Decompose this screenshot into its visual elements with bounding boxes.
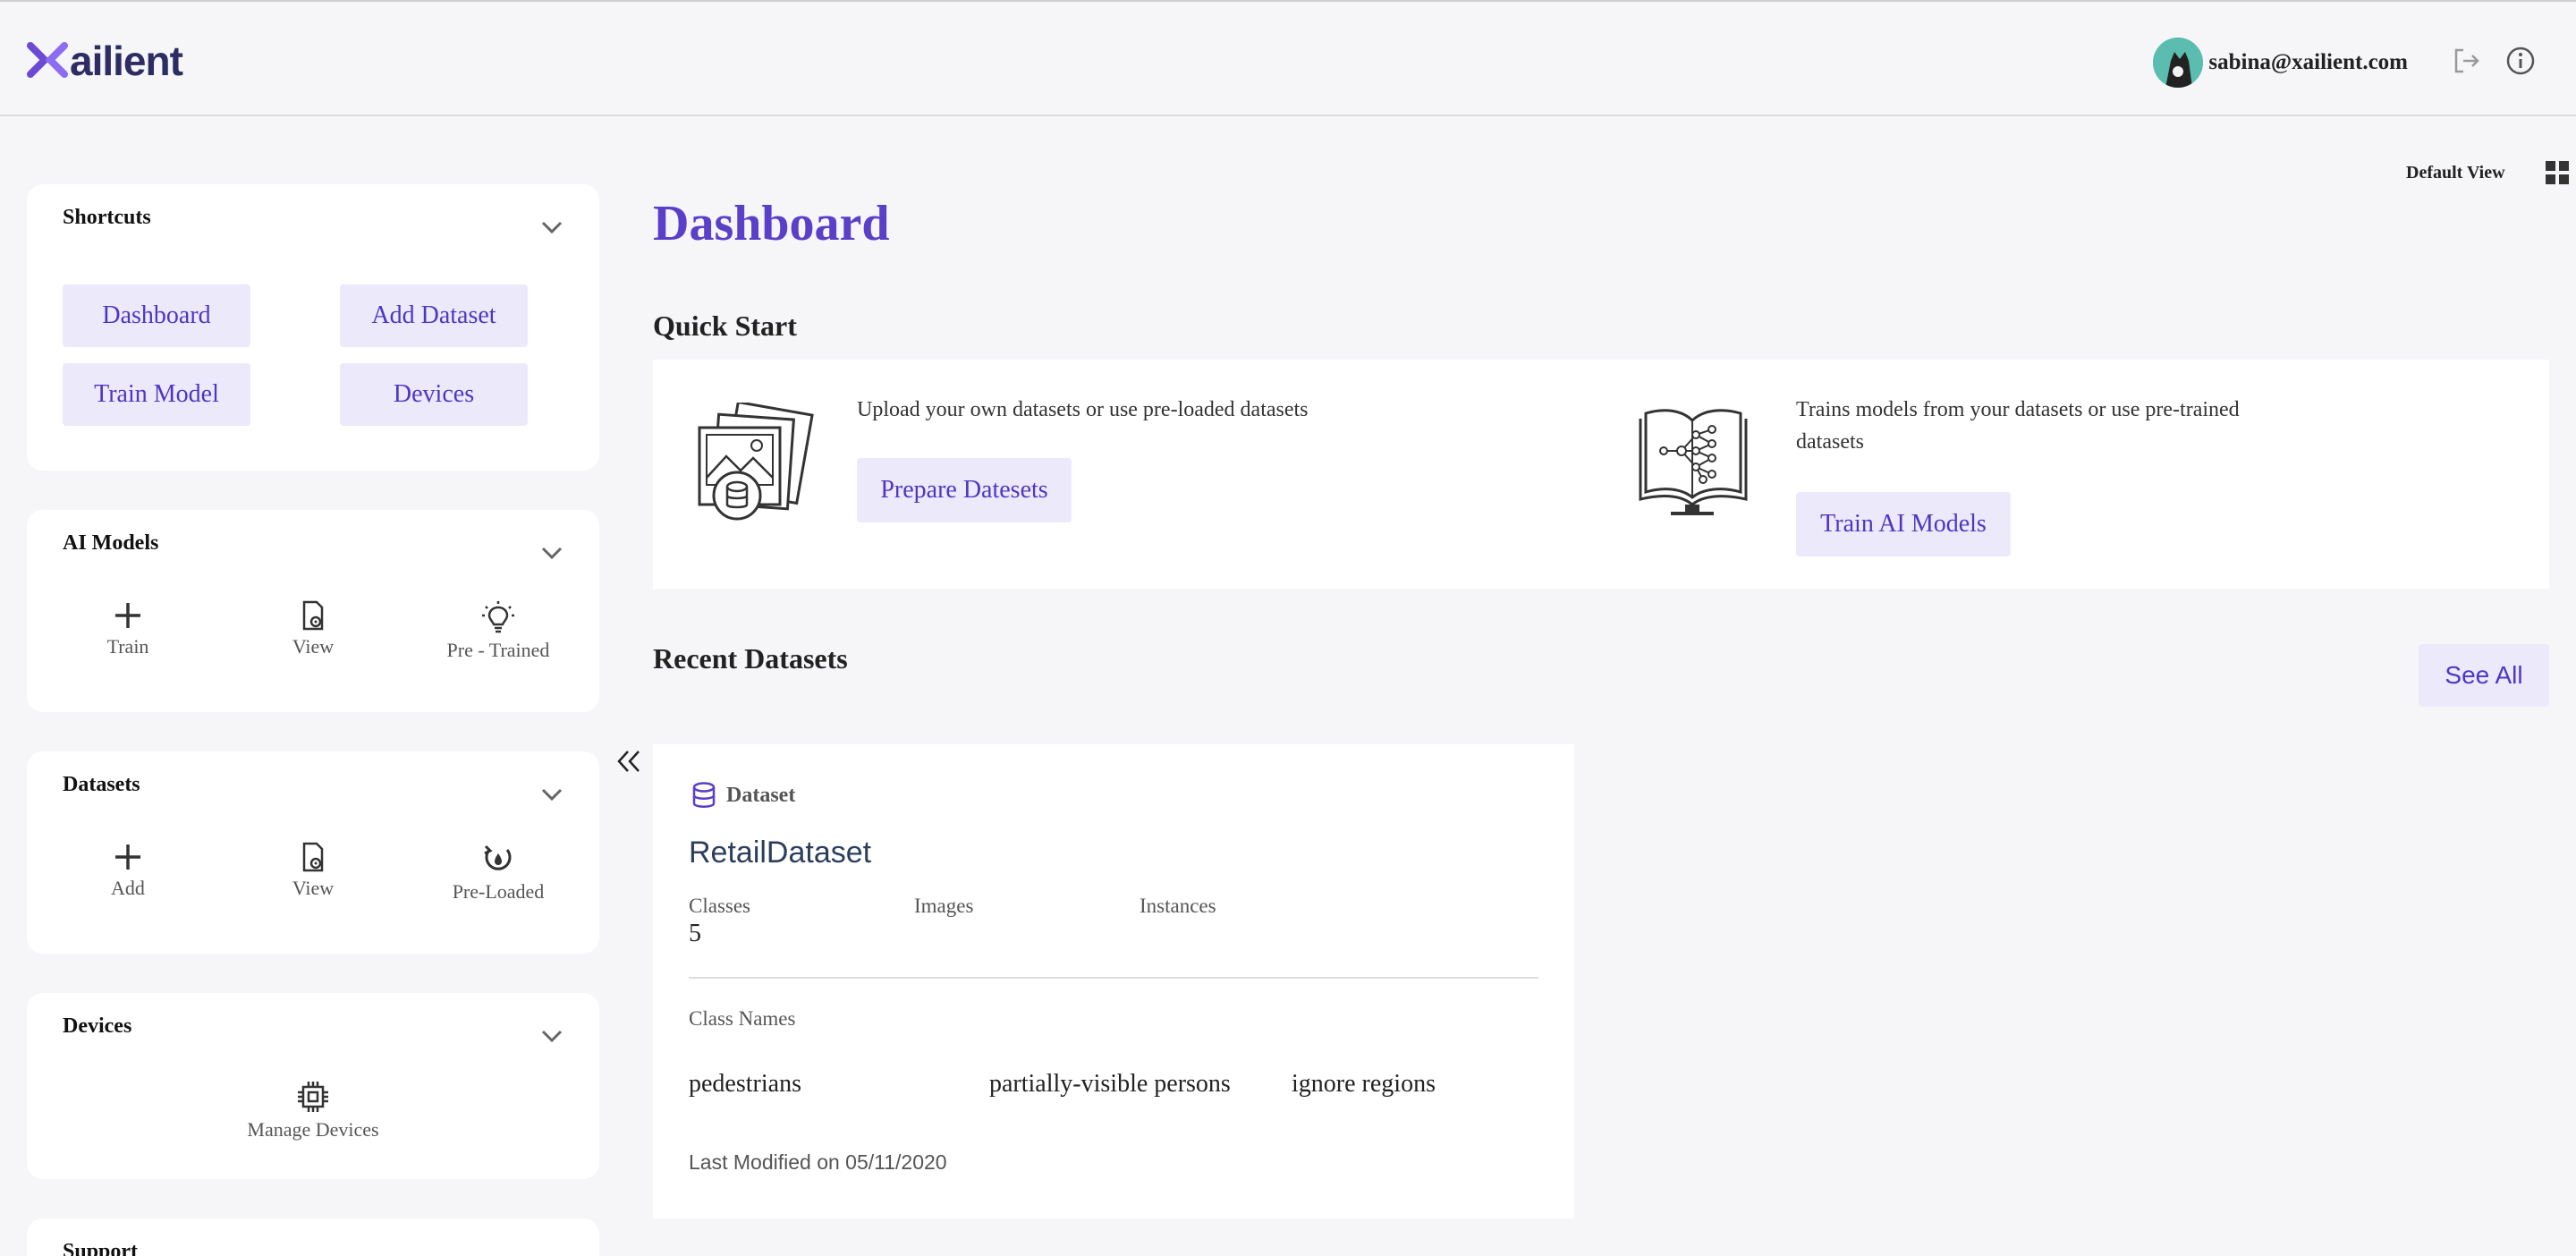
avatar[interactable] (2153, 38, 2204, 88)
classes-value: 5 (689, 920, 701, 947)
plus-icon (115, 844, 140, 870)
datasets-title: Datasets (63, 773, 140, 796)
shortcut-devices-button[interactable]: Devices (340, 363, 528, 426)
train-models-illustration-icon (1639, 409, 1748, 515)
tool-label: Train (106, 635, 149, 658)
images-label: Images (914, 895, 974, 917)
instances-label: Instances (1140, 895, 1216, 917)
ai-models-train-tool[interactable]: Train (47, 599, 208, 658)
classes-label: Classes (689, 895, 750, 917)
refresh-icon (484, 844, 512, 870)
tool-label: Pre-Loaded (452, 880, 545, 903)
plus-icon (115, 603, 140, 628)
devices-title: Devices (63, 1014, 132, 1038)
support-title: Support (63, 1240, 139, 1256)
shortcuts-card: Shortcuts Dashboard Add Dataset Train Mo… (27, 184, 599, 471)
datasets-add-tool[interactable]: Add (47, 841, 208, 900)
ai-models-view-tool[interactable]: View (233, 599, 394, 658)
divider (689, 977, 1538, 979)
info-icon[interactable] (2504, 45, 2537, 77)
chevron-down-icon[interactable] (540, 1029, 564, 1043)
logout-icon[interactable] (2451, 45, 2483, 77)
ai-models-title: AI Models (63, 531, 159, 555)
shortcuts-title: Shortcuts (63, 206, 151, 229)
recent-datasets-title: Recent Datasets (653, 642, 848, 675)
ai-models-pretrained-tool[interactable]: Pre - Trained (418, 599, 579, 662)
chip-icon (298, 1082, 328, 1112)
last-modified: Last Modified on 05/11/2020 (689, 1150, 947, 1174)
class-name: ignore regions (1292, 1070, 1436, 1098)
datasets-preloaded-tool[interactable]: Pre-Loaded (418, 841, 579, 904)
top-header: ailient sabina@xailient.com (0, 0, 2576, 116)
dataset-tag-label: Dataset (726, 783, 796, 807)
support-card: Support (27, 1218, 599, 1256)
lightbulb-icon (482, 601, 514, 633)
datasets-card: Datasets Add View Pre-Loaded (27, 751, 599, 954)
logo-x-icon (27, 42, 68, 78)
dataset-name[interactable]: RetailDataset (689, 836, 871, 870)
dataset-tag: Dataset (692, 782, 795, 809)
collapse-sidebar-icon[interactable] (615, 748, 642, 775)
dataset-card[interactable]: Dataset RetailDataset Classes 5 Images I… (653, 744, 1574, 1218)
grid-view-icon[interactable] (2546, 161, 2569, 184)
dataset-images: Images (914, 895, 973, 920)
view-selector-label[interactable]: Default View (2406, 163, 2505, 183)
logo-text: ailient (70, 38, 183, 84)
quick-start-datasets-text: Upload your own datasets or use pre-load… (857, 398, 1309, 421)
user-email: sabina@xailient.com (2208, 50, 2408, 74)
dataset-instances: Instances (1140, 895, 1216, 920)
prepare-datasets-button[interactable]: Prepare Datesets (857, 458, 1072, 522)
class-names-label: Class Names (689, 1007, 796, 1030)
datasets-illustration-icon (698, 403, 814, 521)
train-ai-models-button[interactable]: Train AI Models (1796, 492, 2011, 556)
quick-start-title: Quick Start (653, 310, 797, 342)
shortcut-add-dataset-button[interactable]: Add Dataset (340, 284, 528, 347)
user-menu[interactable]: sabina@xailient.com (2153, 38, 2408, 88)
database-icon (692, 782, 716, 808)
chevron-down-icon[interactable] (540, 220, 564, 234)
ai-models-card: AI Models Train View Pre - Trained (27, 510, 599, 712)
devices-card: Devices Manage Devices (27, 993, 599, 1179)
dataset-classes: Classes 5 (689, 895, 750, 948)
file-view-icon (302, 842, 324, 872)
xailient-logo[interactable]: ailient (27, 36, 183, 86)
chevron-down-icon[interactable] (540, 546, 564, 560)
manage-devices-tool[interactable]: Manage Devices (233, 1079, 394, 1141)
quick-start-models-text: Trains models from your datasets or use … (1796, 398, 2240, 454)
tool-label: Add (111, 877, 145, 899)
tool-label: View (292, 635, 335, 658)
page-title: Dashboard (653, 196, 890, 251)
class-name: pedestrians (689, 1070, 801, 1098)
file-view-icon (302, 600, 324, 631)
datasets-view-tool[interactable]: View (233, 841, 394, 900)
tool-label: Pre - Trained (446, 639, 550, 661)
quick-start-card: Upload your own datasets or use pre-load… (653, 360, 2549, 589)
shortcut-dashboard-button[interactable]: Dashboard (63, 284, 250, 347)
avatar-image (2153, 38, 2204, 88)
class-name: partially-visible persons (989, 1070, 1231, 1098)
see-all-button[interactable]: See All (2419, 644, 2549, 707)
chevron-down-icon[interactable] (540, 787, 564, 802)
tool-label: View (292, 877, 335, 899)
shortcut-train-model-button[interactable]: Train Model (63, 363, 250, 426)
tool-label: Manage Devices (247, 1118, 379, 1141)
